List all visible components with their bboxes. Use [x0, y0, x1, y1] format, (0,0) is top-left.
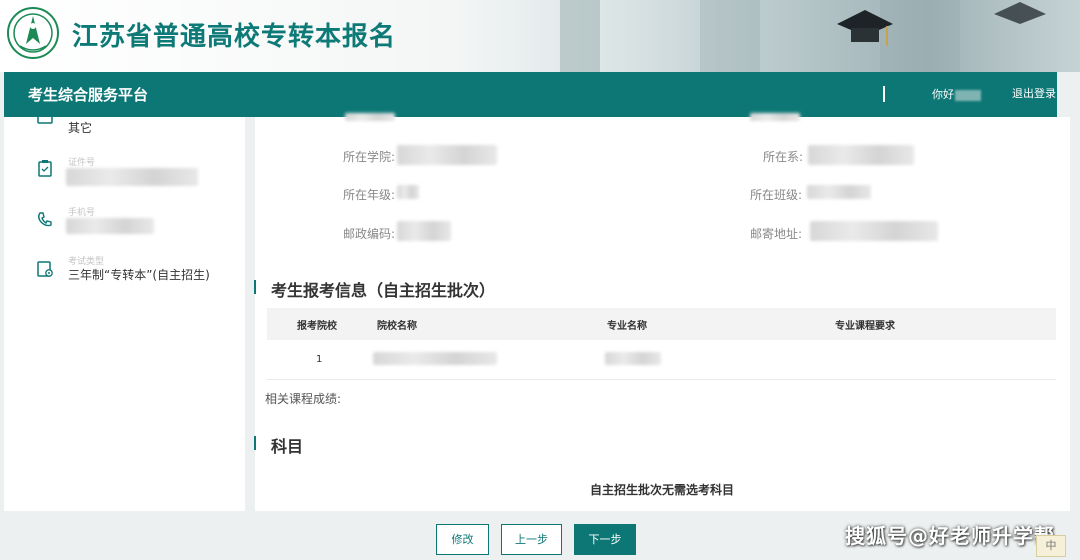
redacted-major-name [605, 352, 661, 365]
graduation-cap-icon [837, 10, 893, 46]
table-header: 报考院校 院校名称 专业名称 专业课程要求 [267, 308, 1056, 340]
greeting-label: 你好 [932, 88, 954, 101]
header-banner: 江苏省普通高校专转本报名 [0, 0, 1080, 72]
banner-photo-shape [700, 0, 760, 72]
redacted-value [750, 113, 800, 121]
document-icon [37, 113, 53, 124]
college-label: 所在学院: [343, 150, 396, 164]
department-label: 所在系: [763, 150, 804, 164]
scores-label: 相关课程成绩: [265, 392, 342, 406]
section-marker [254, 280, 256, 294]
table-row: 1 [267, 340, 1056, 380]
address-label: 邮寄地址: [750, 227, 803, 241]
phone-icon [38, 212, 52, 227]
section-marker [254, 436, 256, 450]
sidebar-item-value: 其它 [68, 121, 93, 135]
column-header: 报考院校 [297, 321, 337, 332]
application-section-title: 考生报考信息（自主招生批次） [271, 281, 496, 300]
exam-type-icon [37, 261, 53, 277]
ime-indicator: 中 [1036, 535, 1066, 557]
redacted-username [955, 89, 981, 101]
platform-title: 考生综合服务平台 [28, 86, 149, 104]
column-header: 院校名称 [377, 321, 417, 332]
redacted-value [66, 218, 154, 234]
subjects-notice: 自主招生批次无需选考科目 [590, 483, 735, 497]
watermark-text: 搜狐号@好老师升学帮 [845, 524, 1055, 548]
column-header: 专业课程要求 [835, 321, 895, 332]
banner-title: 江苏省普通高校专转本报名 [72, 22, 397, 52]
subjects-section-title: 科目 [271, 437, 304, 456]
sidebar-item-value: 三年制“专转本”(自主招生) [68, 268, 210, 282]
banner-photo-shape [560, 0, 600, 72]
grade-label: 所在年级: [343, 188, 396, 202]
next-step-button[interactable]: 下一步 [574, 524, 636, 555]
university-seal-icon [7, 7, 59, 59]
main-panel: 所在学院: 所在系: 所在年级: 所在班级: 邮政编码: 邮寄地址: 考生报考信… [254, 113, 1070, 511]
class-label: 所在班级: [750, 188, 803, 202]
column-header: 专业名称 [607, 321, 647, 332]
logout-link[interactable]: 退出登录 [1012, 85, 1056, 101]
redacted-value [345, 113, 395, 121]
sidebar-item-label: 证件号 [68, 158, 96, 168]
redacted-class [807, 185, 871, 199]
redacted-value [66, 168, 198, 186]
top-navbar: 考生综合服务平台 你好 退出登录 [4, 72, 1057, 117]
redacted-college [397, 145, 497, 165]
redacted-grade [397, 185, 419, 199]
sidebar-item-label: 手机号 [68, 208, 96, 218]
nav-divider [883, 86, 885, 102]
clipboard-icon [38, 160, 52, 177]
profile-sidebar: 其它 证件号 手机号 考试类型 三年制“专转本”(自主招生) [4, 113, 245, 511]
prev-step-button[interactable]: 上一步 [501, 524, 562, 555]
redacted-school-name [373, 352, 497, 365]
postcode-label: 邮政编码: [343, 227, 396, 241]
redacted-address [810, 221, 938, 241]
modify-button[interactable]: 修改 [436, 524, 489, 555]
redacted-department [808, 145, 914, 165]
redacted-postcode [397, 221, 451, 241]
row-index: 1 [316, 354, 323, 365]
user-greeting: 你好 [932, 86, 981, 102]
graduation-cap-icon [994, 2, 1046, 24]
